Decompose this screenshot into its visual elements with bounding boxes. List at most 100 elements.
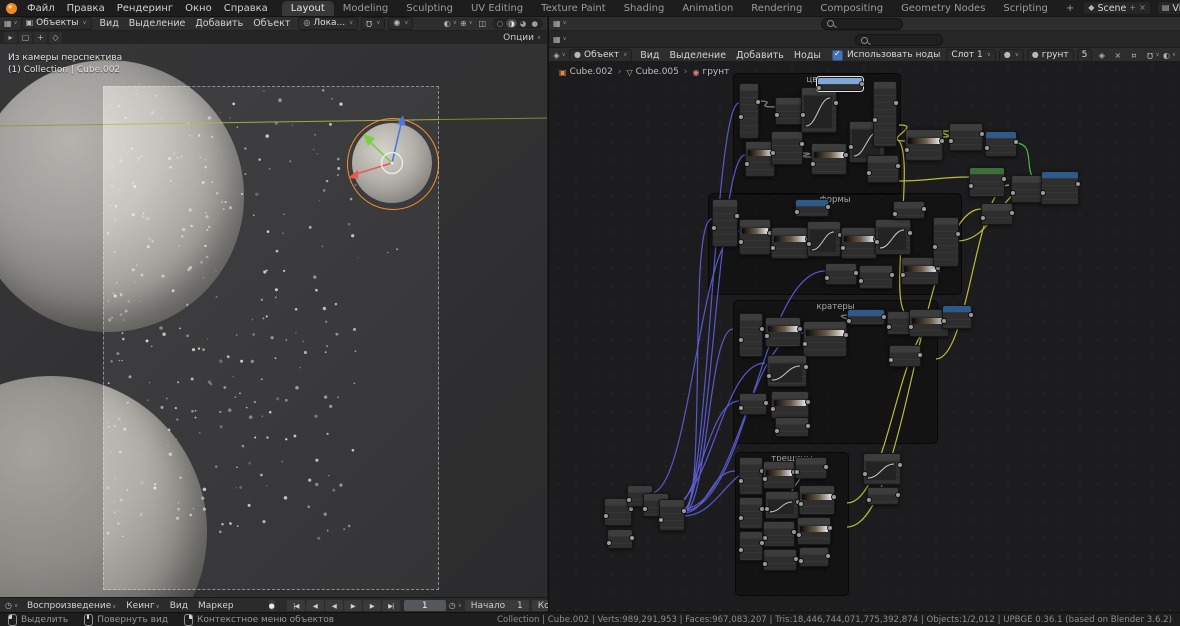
output-socket[interactable] (968, 312, 974, 318)
shader-node[interactable] (659, 499, 685, 531)
workspace-tab[interactable]: Texture Paint (532, 1, 615, 16)
input-socket[interactable] (904, 147, 910, 153)
node-canvas[interactable]: ▣Cube.002›▽Cube.005›◉грунт цветформыкрат… (549, 61, 1180, 613)
editor-type-button[interactable]: ▦ ∨ (553, 34, 567, 45)
input-socket[interactable] (900, 272, 906, 278)
play-button[interactable]: ▶ (344, 600, 362, 611)
search-input[interactable] (821, 18, 903, 30)
output-socket[interactable] (681, 508, 687, 514)
tweak-tool-icon[interactable]: ▸ (4, 32, 17, 43)
input-socket[interactable] (606, 540, 612, 546)
input-socket[interactable] (858, 278, 864, 284)
shader-node[interactable] (873, 81, 897, 147)
jump-end-button[interactable]: ▶| (382, 600, 400, 611)
input-socket[interactable] (874, 239, 880, 245)
shader-node[interactable] (771, 227, 809, 259)
shader-node[interactable] (811, 143, 847, 175)
menu-item[interactable]: Вид (95, 18, 124, 29)
input-socket[interactable] (738, 337, 744, 343)
play-reverse-button[interactable]: ◀ (325, 600, 343, 611)
workspace-tab[interactable]: Shading (615, 1, 674, 16)
input-socket[interactable] (626, 497, 632, 503)
output-socket[interactable] (629, 535, 635, 541)
input-socket[interactable] (744, 161, 750, 167)
shader-node[interactable] (1011, 175, 1045, 203)
input-socket[interactable] (770, 150, 776, 156)
input-socket[interactable] (984, 145, 990, 151)
input-socket[interactable] (866, 170, 872, 176)
shader-node[interactable] (739, 457, 763, 495)
input-socket[interactable] (798, 501, 804, 507)
output-socket[interactable] (763, 400, 769, 406)
breadcrumb-item[interactable]: ◉грунт (693, 67, 730, 77)
input-socket[interactable] (888, 357, 894, 363)
output-socket[interactable] (1001, 176, 1007, 182)
shader-node[interactable] (795, 457, 827, 479)
input-socket[interactable] (806, 241, 812, 247)
shader-node[interactable] (889, 345, 921, 367)
timeline-editor-type-button[interactable]: ◷ ∨ (5, 600, 18, 611)
next-keyframe-button[interactable]: ▶ (363, 600, 381, 611)
shader-node[interactable] (847, 309, 885, 325)
input-socket[interactable] (908, 324, 914, 330)
node-snapping-toggle[interactable]: Ω ∨ (1147, 50, 1160, 61)
shader-node[interactable] (1041, 171, 1079, 205)
solid-shading-icon[interactable]: ◑ (506, 19, 517, 28)
shader-node[interactable] (771, 391, 809, 419)
shader-node[interactable] (893, 201, 925, 219)
output-socket[interactable] (843, 152, 849, 158)
input-socket[interactable] (810, 161, 816, 167)
shader-node[interactable] (942, 305, 972, 329)
menu-item[interactable]: Ноды (789, 50, 826, 61)
menu-item[interactable]: Добавить (190, 18, 248, 29)
output-socket[interactable] (843, 332, 849, 338)
input-socket[interactable] (738, 547, 744, 553)
output-socket[interactable] (979, 131, 985, 137)
material-browse-button[interactable]: ● ∨ (999, 49, 1024, 62)
menu-item[interactable]: Правка (61, 3, 111, 14)
shader-node[interactable] (765, 317, 801, 347)
input-socket[interactable] (824, 275, 830, 281)
shader-node[interactable] (739, 497, 763, 529)
menu-item[interactable]: Окно (179, 3, 218, 14)
shader-node[interactable] (985, 131, 1017, 157)
input-socket[interactable] (711, 225, 717, 231)
menu-item[interactable]: Добавить (731, 50, 789, 61)
shader-node[interactable] (739, 219, 771, 255)
input-socket[interactable] (872, 117, 878, 123)
input-socket[interactable] (862, 471, 868, 477)
asteroid-bottom[interactable] (0, 376, 207, 598)
shader-node[interactable] (739, 83, 759, 139)
shader-node[interactable] (905, 129, 943, 161)
menu-item[interactable]: Выделение (665, 50, 732, 61)
users-count-button[interactable]: 5 (1077, 49, 1093, 62)
overlays-dropdown[interactable]: ◐ ∨ (444, 18, 457, 29)
menu-item[interactable]: Вид (165, 601, 193, 611)
shader-node[interactable] (799, 547, 829, 567)
input-socket[interactable] (770, 406, 776, 412)
output-socket[interactable] (831, 494, 837, 500)
output-socket[interactable] (889, 272, 895, 278)
current-frame-field[interactable]: 1 (404, 600, 446, 611)
jump-start-button[interactable]: |◀ (287, 600, 305, 611)
shader-node[interactable] (949, 123, 983, 151)
search-input[interactable] (855, 34, 943, 46)
workspace-tab[interactable]: UV Editing (462, 1, 532, 16)
pin-button[interactable]: ¤ (1127, 50, 1140, 61)
frame-start-field[interactable]: Начало 1 (465, 600, 529, 611)
input-socket[interactable] (796, 532, 802, 538)
menu-item[interactable]: Рендеринг (111, 3, 179, 14)
shader-type-select[interactable]: ● Объект ∨ (569, 49, 632, 62)
input-socket[interactable] (846, 318, 852, 324)
menu-item[interactable]: Кеинг∨ (121, 601, 164, 611)
menu-item[interactable]: Выделение (124, 18, 191, 29)
output-socket[interactable] (805, 399, 811, 405)
output-socket[interactable] (917, 352, 923, 358)
prev-keyframe-button[interactable]: ◀ (306, 600, 324, 611)
input-socket[interactable] (774, 428, 780, 434)
shader-node[interactable] (981, 203, 1013, 225)
scene-selector[interactable]: ◆ Scene + × (1083, 1, 1151, 15)
playback-sync-button[interactable]: ◷ ∨ (449, 600, 462, 611)
input-socket[interactable] (658, 517, 664, 523)
input-socket[interactable] (738, 114, 744, 120)
